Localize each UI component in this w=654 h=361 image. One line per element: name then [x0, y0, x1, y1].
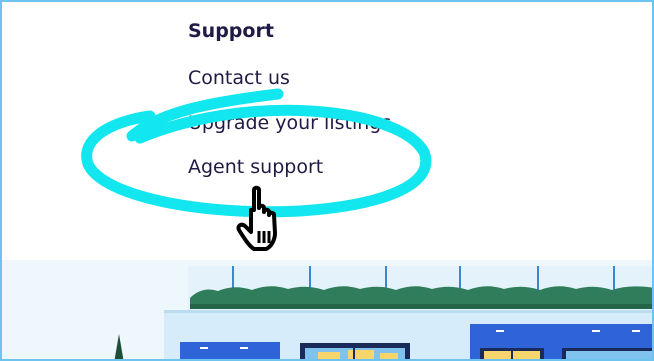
support-heading: Support: [188, 20, 274, 42]
illustration-art: [114, 266, 652, 359]
city-illustration: [2, 260, 652, 359]
upgrade-listings-link[interactable]: Upgrade your listings: [188, 112, 391, 134]
screenshot-frame: Support Contact us Upgrade your listings…: [0, 0, 654, 361]
agent-support-link[interactable]: Agent support: [188, 156, 323, 178]
contact-us-link[interactable]: Contact us: [188, 67, 290, 89]
